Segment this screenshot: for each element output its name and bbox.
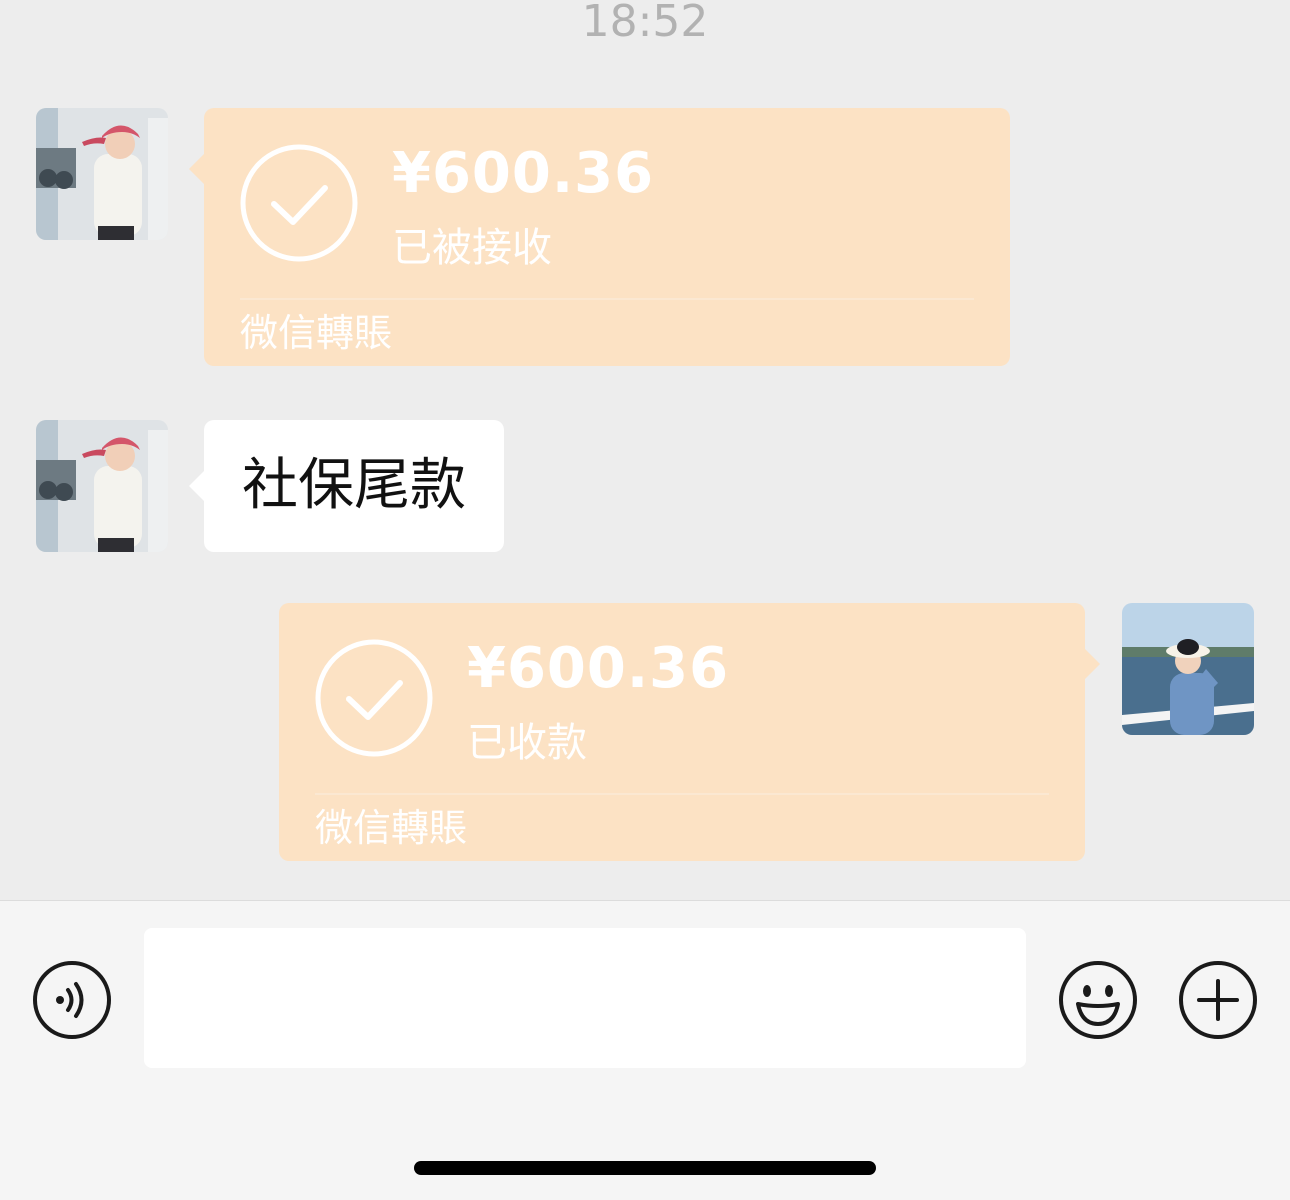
- transfer-amount: ¥600.36: [467, 636, 730, 701]
- checkmark-circle-icon: [315, 639, 433, 757]
- transfer-message[interactable]: ¥600.36 已收款 微信轉賬: [279, 603, 1100, 861]
- divider: [240, 298, 974, 300]
- transfer-footer-label: 微信轉賬: [240, 311, 393, 355]
- contact-avatar-image: [36, 108, 168, 240]
- text-message-content: 社保尾款: [242, 453, 466, 518]
- chat-timestamp: 18:52: [581, 0, 709, 47]
- checkmark-circle-icon: [240, 144, 358, 262]
- emoji-icon[interactable]: [1058, 960, 1138, 1040]
- contact-avatar[interactable]: [36, 108, 168, 240]
- plus-icon[interactable]: [1178, 960, 1258, 1040]
- text-message[interactable]: 社保尾款: [189, 420, 504, 552]
- transfer-status: 已被接收: [392, 225, 552, 271]
- transfer-message[interactable]: ¥600.36 已被接收 微信轉賬: [189, 108, 1010, 366]
- contact-avatar[interactable]: [36, 420, 168, 552]
- chat-input-bar: [0, 900, 1290, 1200]
- home-indicator[interactable]: [414, 1161, 876, 1175]
- message-input[interactable]: [144, 928, 1026, 1068]
- transfer-amount: ¥600.36: [392, 141, 655, 206]
- divider: [315, 793, 1049, 795]
- transfer-status: 已收款: [467, 720, 587, 766]
- my-avatar[interactable]: [1122, 603, 1254, 735]
- contact-avatar-image: [36, 420, 168, 552]
- voice-icon[interactable]: [32, 960, 112, 1040]
- transfer-footer-label: 微信轉賬: [315, 806, 468, 850]
- my-avatar-image: [1122, 603, 1254, 735]
